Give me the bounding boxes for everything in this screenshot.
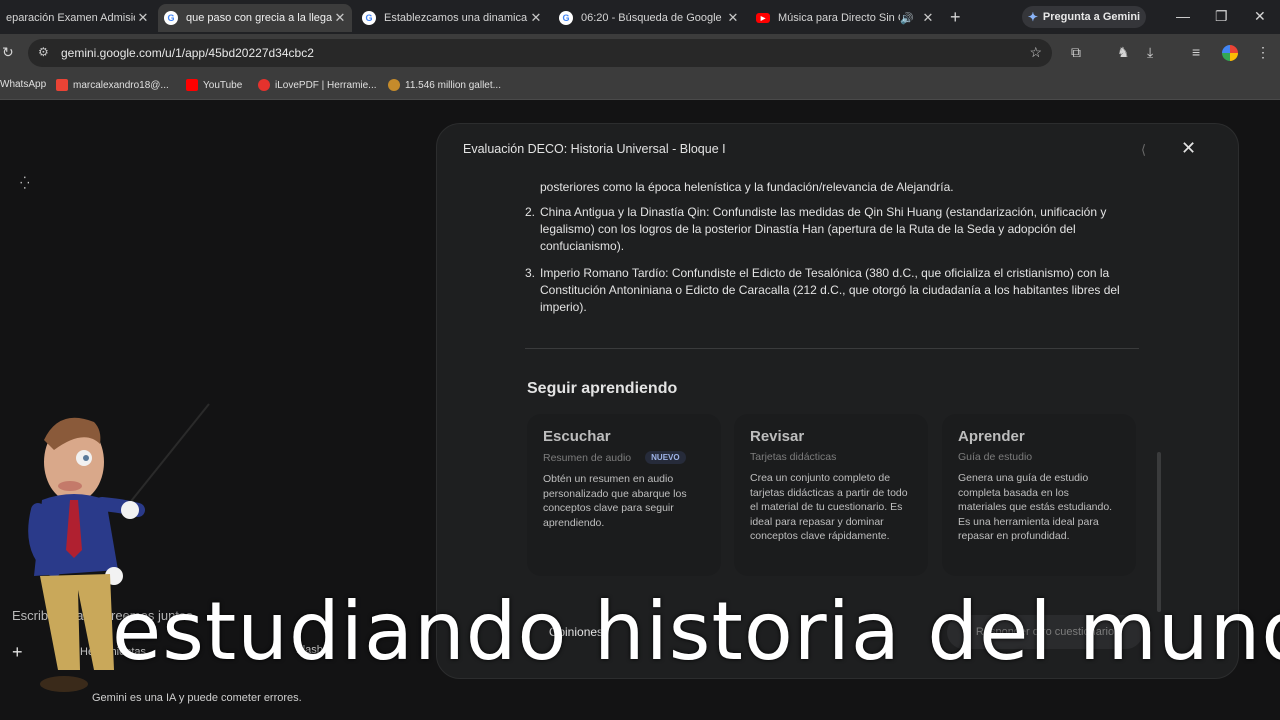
- tab-1[interactable]: G que paso con grecia a la llegad ✕: [158, 4, 352, 32]
- bookmark-gmail[interactable]: marcalexandro18@...: [56, 79, 169, 91]
- divider: [525, 348, 1139, 349]
- browser-toolbar: ↻ ⚙ gemini.google.com/u/1/app/45bd20227d…: [0, 34, 1280, 72]
- reload-icon[interactable]: ↻: [2, 44, 14, 61]
- heart-icon: [258, 79, 270, 91]
- card-title: Escuchar: [543, 428, 611, 445]
- card-subtitle: Resumen de audio: [543, 451, 632, 464]
- tab-2[interactable]: G Establezcamos una dinamica p ✕: [356, 4, 548, 32]
- loading-spinner-icon: ⁛: [20, 176, 30, 190]
- card-title: Aprender: [958, 428, 1025, 445]
- tab-0[interactable]: eparación Examen Admisión ✕: [0, 4, 155, 32]
- close-icon[interactable]: ✕: [725, 10, 741, 26]
- card-review[interactable]: Revisar Tarjetas didácticas Crea un conj…: [734, 414, 928, 576]
- gemini-spark-icon: ✦: [1027, 10, 1038, 24]
- tab-title: 06:20 - Búsqueda de Google: [581, 12, 722, 24]
- bookmark-ilovepdf[interactable]: iLovePDF | Herramie...: [258, 79, 377, 91]
- card-learn[interactable]: Aprender Guía de estudio Genera una guía…: [942, 414, 1136, 576]
- url-text: gemini.google.com/u/1/app/45bd20227d34cb…: [61, 46, 314, 60]
- restore-icon[interactable]: ❐: [1215, 8, 1228, 25]
- card-subtitle-row: Resumen de audio NUEVO: [543, 451, 705, 464]
- partial-text-line: posteriores como la época helenística y …: [540, 180, 954, 194]
- bookmark-star-icon[interactable]: ☆: [1029, 44, 1042, 61]
- minimize-icon[interactable]: —: [1176, 8, 1190, 24]
- google-icon: G: [362, 11, 376, 25]
- google-icon: G: [559, 11, 573, 25]
- bookmark-label: WhatsApp: [0, 79, 47, 90]
- item-number: 2.: [525, 205, 536, 219]
- card-title: Revisar: [750, 428, 805, 445]
- menu-icon[interactable]: ⋮: [1256, 44, 1270, 61]
- bookmark-label: YouTube: [203, 79, 243, 91]
- window-close-icon[interactable]: ✕: [1254, 8, 1266, 25]
- card-description: Genera una guía de estudio completa basa…: [958, 472, 1113, 542]
- download-icon[interactable]: ⤓: [1147, 44, 1153, 61]
- mistakes-list: 2. China Antigua y la Dinastía Qin: Conf…: [525, 204, 1145, 326]
- tab-strip: eparación Examen Admisión ✕ G que paso c…: [0, 0, 1280, 34]
- ask-gemini-button[interactable]: ✦ Pregunta a Gemini: [1022, 6, 1146, 28]
- google-icon: G: [164, 11, 178, 25]
- item-text: China Antigua y la Dinastía Qin: Confund…: [540, 205, 1107, 253]
- card-subtitle: Tarjetas didácticas: [750, 451, 837, 463]
- list-item: 3. Imperio Romano Tardío: Confundiste el…: [525, 265, 1145, 316]
- incognito-icon[interactable]: ♞: [1117, 44, 1130, 61]
- bookmark-label: marcalexandro18@...: [73, 79, 169, 91]
- new-tab-button[interactable]: +: [950, 7, 961, 28]
- card-listen[interactable]: Escuchar Resumen de audio NUEVO Obtén un…: [527, 414, 721, 576]
- tab-4[interactable]: ▶ Música para Directo Sin Co 🔊 ✕: [750, 4, 940, 32]
- cookie-icon: [388, 79, 400, 91]
- close-icon[interactable]: ✕: [1181, 138, 1196, 159]
- ask-gemini-label: Pregunta a Gemini: [1042, 11, 1141, 23]
- close-icon[interactable]: ✕: [528, 10, 544, 26]
- site-settings-icon[interactable]: ⚙: [38, 45, 49, 59]
- bookmarks-bar: WhatsApp marcalexandro18@... YouTube iLo…: [0, 72, 1280, 100]
- item-number: 3.: [525, 266, 536, 280]
- youtube-icon: ▶: [756, 13, 770, 23]
- address-bar[interactable]: ⚙ gemini.google.com/u/1/app/45bd20227d34…: [28, 39, 1052, 67]
- new-badge: NUEVO: [645, 451, 686, 464]
- section-title: Seguir aprendiendo: [527, 380, 678, 397]
- tab-title: Música para Directo Sin Co: [778, 12, 901, 24]
- close-icon[interactable]: ✕: [332, 10, 348, 26]
- card-subtitle: Guía de estudio: [958, 451, 1033, 463]
- speaker-icon[interactable]: 🔊: [900, 12, 914, 25]
- share-icon[interactable]: ⟨: [1141, 142, 1146, 158]
- card-subtitle-row: Tarjetas didácticas: [750, 451, 912, 463]
- youtube-icon: [186, 79, 198, 91]
- close-icon[interactable]: ✕: [920, 10, 936, 26]
- profile-avatar[interactable]: [1222, 45, 1238, 61]
- media-control-icon[interactable]: ≡: [1192, 44, 1200, 60]
- tab-title: eparación Examen Admisión: [6, 12, 135, 24]
- list-item: 2. China Antigua y la Dinastía Qin: Conf…: [525, 204, 1145, 255]
- bookmark-youtube[interactable]: YouTube: [186, 79, 242, 91]
- bookmark-whatsapp[interactable]: WhatsApp: [0, 79, 46, 90]
- bookmark-cookies[interactable]: 11.546 million gallet...: [388, 79, 501, 91]
- card-description: Crea un conjunto completo de tarjetas di…: [750, 472, 908, 542]
- bookmark-label: 11.546 million gallet...: [405, 79, 501, 91]
- card-description: Obtén un resumen en audio personalizado …: [543, 473, 687, 529]
- tab-3[interactable]: G 06:20 - Búsqueda de Google ✕: [553, 4, 745, 32]
- card-subtitle-row: Guía de estudio: [958, 451, 1120, 463]
- item-text: Imperio Romano Tardío: Confundiste el Ed…: [540, 266, 1120, 314]
- tab-title: Establezcamos una dinamica p: [384, 12, 528, 24]
- close-icon[interactable]: ✕: [135, 10, 151, 26]
- tab-title: que paso con grecia a la llegad: [186, 12, 332, 24]
- extensions-icon[interactable]: ⧉: [1071, 44, 1081, 61]
- video-caption: estudiando historia del mundo: [112, 585, 1280, 678]
- bookmark-label: iLovePDF | Herramie...: [275, 79, 377, 91]
- dialog-title: Evaluación DECO: Historia Universal - Bl…: [463, 142, 726, 156]
- gmail-icon: [56, 79, 68, 91]
